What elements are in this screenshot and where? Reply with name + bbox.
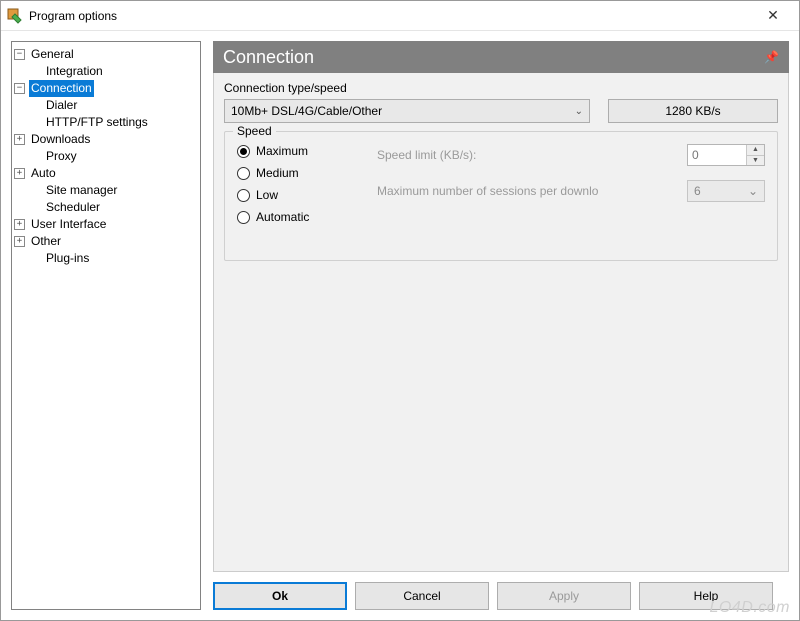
max-sessions-label: Maximum number of sessions per downlo — [377, 184, 598, 198]
panel-body: Connection type/speed 10Mb+ DSL/4G/Cable… — [213, 73, 789, 572]
tree-toggle-other[interactable]: + — [14, 236, 25, 247]
speed-group-title: Speed — [233, 124, 276, 138]
connection-type-value: 10Mb+ DSL/4G/Cable/Other — [231, 104, 382, 118]
button-bar: Ok Cancel Apply Help — [213, 572, 789, 610]
tree-item-downloads[interactable]: Downloads — [29, 131, 92, 148]
cancel-button[interactable]: Cancel — [355, 582, 489, 610]
panel-header: Connection 📌 — [213, 41, 789, 73]
tree-item-scheduler[interactable]: Scheduler — [44, 199, 102, 216]
apply-button: Apply — [497, 582, 631, 610]
max-sessions-dropdown[interactable]: 6 ⌄ — [687, 180, 765, 202]
tree-item-proxy[interactable]: Proxy — [44, 148, 79, 165]
close-button[interactable]: ✕ — [753, 7, 793, 24]
radio-indicator — [237, 145, 250, 158]
panel-title: Connection — [223, 47, 314, 68]
tree-item-http-ftp[interactable]: HTTP/FTP settings — [44, 114, 150, 131]
tree-toggle-auto[interactable]: + — [14, 168, 25, 179]
radio-medium[interactable]: Medium — [237, 166, 377, 180]
speed-radios: Maximum Medium Low Automatic — [237, 142, 377, 224]
tree-toggle-general[interactable]: − — [14, 49, 25, 60]
spin-down-icon[interactable]: ▼ — [747, 156, 764, 166]
tree-toggle-downloads[interactable]: + — [14, 134, 25, 145]
tree-item-user-interface[interactable]: User Interface — [29, 216, 108, 233]
dialog-window: Program options ✕ − General Integration … — [0, 0, 800, 621]
radio-low[interactable]: Low — [237, 188, 377, 202]
speed-limit-label: Speed limit (KB/s): — [377, 148, 476, 162]
connection-type-label: Connection type/speed — [224, 81, 778, 95]
nav-tree: − General Integration − Connection Diale… — [11, 41, 201, 610]
tree-item-auto[interactable]: Auto — [29, 165, 58, 182]
help-button[interactable]: Help — [639, 582, 773, 610]
rate-button[interactable]: 1280 KB/s — [608, 99, 778, 123]
tree-item-plugins[interactable]: Plug-ins — [44, 250, 91, 267]
spin-up-icon[interactable]: ▲ — [747, 145, 764, 156]
speed-group: Speed Maximum Medium Low Automatic Speed… — [224, 131, 778, 261]
rate-value: 1280 KB/s — [665, 104, 720, 118]
speed-limit-input[interactable]: ▲▼ — [687, 144, 765, 166]
speed-limit-field[interactable] — [688, 145, 746, 165]
radio-maximum[interactable]: Maximum — [237, 144, 377, 158]
tree-toggle-ui[interactable]: + — [14, 219, 25, 230]
tree-item-other[interactable]: Other — [29, 233, 63, 250]
connection-type-dropdown[interactable]: 10Mb+ DSL/4G/Cable/Other ⌄ — [224, 99, 590, 123]
right-panel: Connection 📌 Connection type/speed 10Mb+… — [213, 41, 789, 610]
titlebar: Program options ✕ — [1, 1, 799, 31]
radio-automatic[interactable]: Automatic — [237, 210, 377, 224]
radio-indicator — [237, 189, 250, 202]
max-sessions-value: 6 — [694, 184, 701, 198]
chevron-down-icon: ⌄ — [575, 106, 583, 117]
radio-indicator — [237, 211, 250, 224]
app-icon — [7, 8, 23, 24]
tree-item-connection[interactable]: Connection — [29, 80, 94, 97]
content: − General Integration − Connection Diale… — [1, 31, 799, 620]
radio-indicator — [237, 167, 250, 180]
ok-button[interactable]: Ok — [213, 582, 347, 610]
tree-item-integration[interactable]: Integration — [44, 63, 105, 80]
tree-item-site-manager[interactable]: Site manager — [44, 182, 119, 199]
tree-item-general[interactable]: General — [29, 46, 76, 63]
window-title: Program options — [29, 9, 753, 23]
tree-toggle-connection[interactable]: − — [14, 83, 25, 94]
pin-icon[interactable]: 📌 — [764, 50, 779, 64]
speed-settings: Speed limit (KB/s): ▲▼ Maximum number of… — [377, 142, 765, 224]
tree-item-dialer[interactable]: Dialer — [44, 97, 79, 114]
chevron-down-icon: ⌄ — [748, 184, 758, 198]
